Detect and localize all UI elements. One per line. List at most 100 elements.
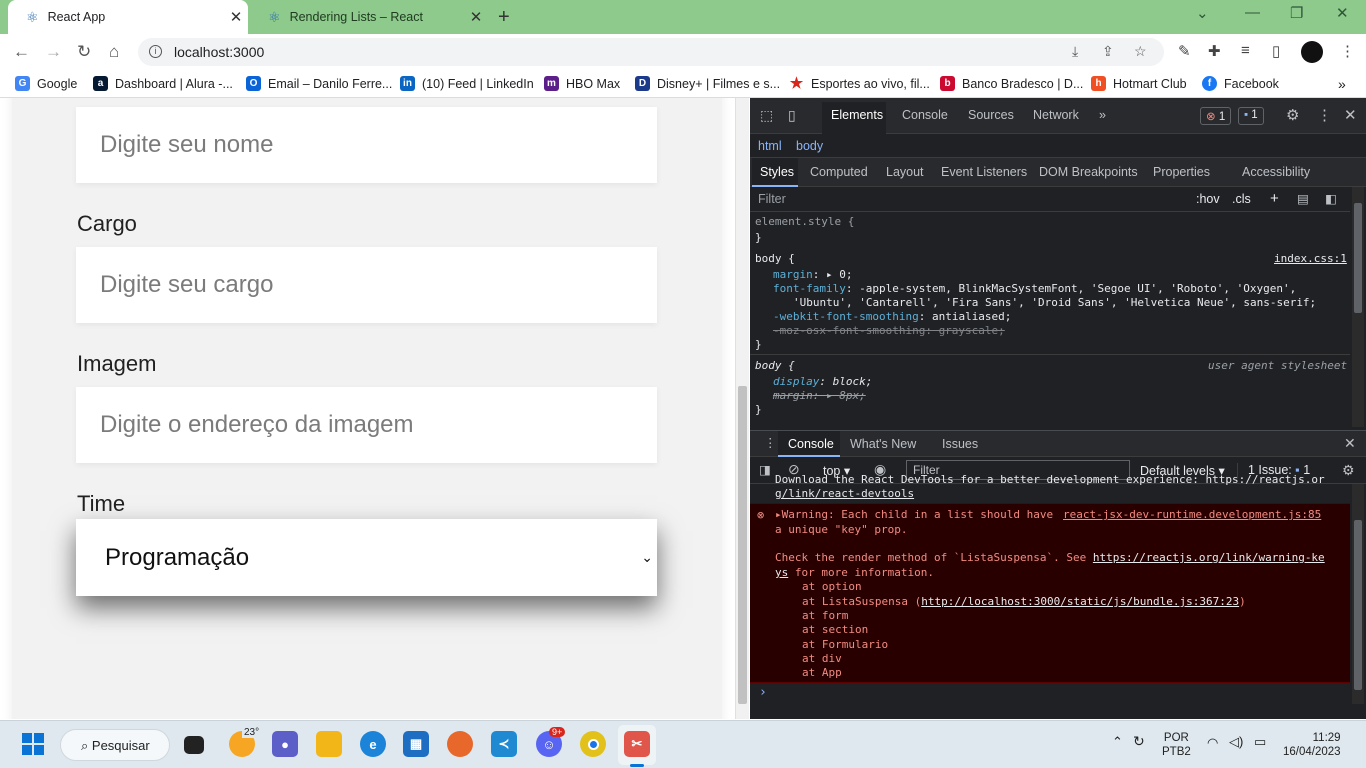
bookmark-item[interactable]: f Facebook [1202, 76, 1279, 91]
task-view-icon[interactable] [184, 736, 204, 754]
console-prompt[interactable]: › [759, 685, 767, 700]
subtab-accessibility[interactable]: Accessibility [1242, 165, 1310, 179]
close-devtools-icon[interactable]: ✕ [1344, 106, 1357, 124]
tab-sources[interactable]: Sources [968, 108, 1014, 122]
console-scrollbar-thumb[interactable] [1354, 520, 1362, 690]
bookmark-item[interactable]: b Banco Bradesco | D... [940, 76, 1083, 91]
teams-chat-icon[interactable]: ● [272, 731, 298, 757]
console-sidebar-icon[interactable]: ◨ [759, 462, 771, 477]
taskbar-search[interactable]: ⌕ Pesquisar [60, 729, 170, 761]
onedrive-sync-icon[interactable]: ↻ [1133, 734, 1145, 748]
body-source-link[interactable]: index.css:1 [1274, 252, 1347, 265]
close-tab-icon[interactable]: ✕ [464, 8, 488, 26]
share-icon[interactable]: ⇪ [1102, 43, 1114, 60]
bookmark-star-icon[interactable]: ☆ [1134, 43, 1147, 60]
tab-console[interactable]: Console [902, 108, 948, 122]
bookmark-item[interactable]: in (10) Feed | LinkedIn [400, 76, 534, 91]
bookmark-item[interactable]: O Email – Danilo Ferre... [246, 76, 392, 91]
warning-docs-link[interactable]: https://reactjs.org/link/warning-ke [1093, 551, 1325, 564]
close-window-icon[interactable]: ✕ [1336, 4, 1349, 22]
warning-source-link[interactable]: react-jsx-dev-runtime.development.js:85 [1063, 508, 1321, 521]
reload-icon[interactable]: ↻ [77, 42, 91, 62]
profile-avatar[interactable] [1301, 41, 1323, 63]
menu-kebab-icon[interactable]: ⋮ [1340, 42, 1355, 60]
chrome-icon[interactable] [580, 731, 606, 757]
language-indicator[interactable]: POR PTB2 [1162, 731, 1191, 759]
cls-toggle[interactable]: .cls [1232, 192, 1251, 206]
tab-search-chevron-icon[interactable]: ⌄ [1196, 4, 1209, 22]
tray-overflow-icon[interactable]: ⌃ [1112, 735, 1123, 749]
react-devtools-link[interactable]: g/link/react-devtools [775, 487, 914, 500]
back-icon[interactable]: ← [13, 42, 30, 62]
restore-icon[interactable]: ❐ [1290, 4, 1303, 22]
bookmark-item[interactable]: h Hotmart Club [1091, 76, 1187, 91]
drawer-tab-whats-new[interactable]: What's New [850, 437, 916, 451]
drawer-menu-icon[interactable]: ⋮ [764, 435, 777, 450]
address-bar[interactable]: i localhost:3000 ⤓ ⇪ ☆ [138, 38, 1164, 66]
extension-pen-icon[interactable]: ✎ [1178, 42, 1191, 60]
issue-count-badge[interactable]: ▪ 1 [1238, 107, 1264, 125]
store-icon[interactable]: ▦ [403, 731, 429, 757]
clock[interactable]: 11:29 16/04/2023 [1283, 731, 1341, 759]
imagem-input[interactable]: Digite o endereço da imagem [76, 387, 657, 463]
home-icon[interactable]: ⌂ [109, 42, 119, 62]
smoothing-prop[interactable]: -webkit-font-smoothing [773, 310, 919, 323]
new-tab-icon[interactable]: + [498, 6, 510, 29]
styles-scrollbar[interactable] [1352, 187, 1364, 427]
snipping-tool-icon[interactable]: ✂ [624, 731, 650, 757]
bookmark-item[interactable]: G Google [15, 76, 77, 91]
error-count-badge[interactable]: ⊗ 1 [1200, 107, 1232, 125]
tab-react-app[interactable]: ⚛ React App ✕ [8, 0, 248, 34]
extensions-puzzle-icon[interactable]: ✚ [1208, 42, 1221, 60]
scrollbar-thumb[interactable] [738, 386, 747, 704]
moz-smoothing-line[interactable]: -moz-osx-font-smoothing: grayscale; [773, 324, 1005, 337]
bookmark-item[interactable]: m HBO Max [544, 76, 620, 91]
subtab-properties[interactable]: Properties [1153, 165, 1210, 179]
subtab-layout[interactable]: Layout [886, 165, 924, 179]
edge-icon[interactable]: e [360, 731, 386, 757]
styles-filter-input[interactable]: Filter [758, 192, 786, 206]
styles-scrollbar-thumb[interactable] [1354, 203, 1362, 313]
computed-styles-icon[interactable]: ▤ [1297, 191, 1309, 206]
body-selector[interactable]: body { [755, 252, 795, 265]
tab-network[interactable]: Network [1033, 108, 1079, 122]
drawer-tab-console[interactable]: Console [788, 437, 834, 451]
firefox-icon[interactable] [447, 731, 473, 757]
file-explorer-icon[interactable] [316, 731, 342, 757]
new-rule-icon[interactable]: + [1270, 190, 1279, 207]
settings-gear-icon[interactable]: ⚙ [1286, 106, 1299, 124]
devtools-menu-icon[interactable]: ⋮ [1317, 106, 1332, 124]
warning-docs-link-cont[interactable]: ys [775, 566, 788, 579]
tab-rendering-lists[interactable]: ⚛ Rendering Lists – React ✕ [250, 0, 488, 34]
battery-icon[interactable]: ▭ [1254, 735, 1266, 749]
windows-start-icon[interactable] [20, 731, 46, 757]
hov-toggle[interactable]: :hov [1196, 192, 1220, 206]
close-tab-icon[interactable]: ✕ [224, 8, 248, 26]
subtab-computed[interactable]: Computed [810, 165, 868, 179]
inspect-element-icon[interactable]: ⬚ [760, 107, 773, 124]
sidebar-toggle-icon[interactable]: ◧ [1325, 191, 1337, 206]
crumb-body[interactable]: body [796, 139, 823, 153]
device-toolbar-icon[interactable]: ▯ [788, 107, 796, 124]
minimize-icon[interactable]: — [1245, 4, 1260, 21]
console-scrollbar[interactable] [1352, 484, 1364, 704]
page-scrollbar[interactable] [735, 98, 749, 719]
site-info-icon[interactable]: i [149, 45, 162, 58]
subtab-styles[interactable]: Styles [760, 165, 794, 179]
margin-val[interactable]: 0; [839, 268, 852, 281]
time-select[interactable]: Programação ⌄ [76, 519, 657, 596]
font-family-val[interactable]: -apple-system, BlinkMacSystemFont, 'Sego… [859, 282, 1296, 295]
volume-icon[interactable]: ◁) [1229, 735, 1243, 749]
media-queue-icon[interactable]: ≡ [1241, 42, 1250, 59]
subtab-dom-breakpoints[interactable]: DOM Breakpoints [1039, 165, 1138, 179]
bookmark-item[interactable]: D Disney+ | Filmes e s... [635, 76, 780, 91]
font-family-prop[interactable]: font-family [773, 282, 846, 295]
forward-icon[interactable]: → [45, 42, 62, 62]
expand-triangle-icon[interactable]: ▸ [775, 508, 782, 521]
vscode-icon[interactable]: ≺ [491, 731, 517, 757]
crumb-html[interactable]: html [758, 139, 782, 153]
smoothing-val[interactable]: antialiased; [932, 310, 1011, 323]
tab-elements[interactable]: Elements [831, 108, 883, 122]
more-tabs-icon[interactable]: » [1099, 108, 1106, 122]
bookmark-item[interactable]: ★ Esportes ao vivo, fil... [789, 76, 930, 91]
